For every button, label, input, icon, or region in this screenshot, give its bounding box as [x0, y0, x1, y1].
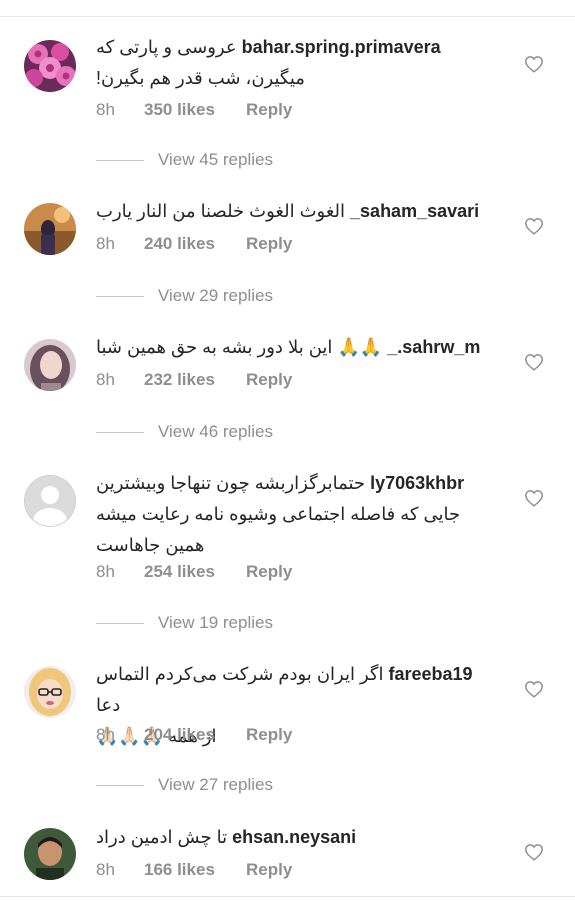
comment-meta: 8h 350 likes Reply: [96, 100, 292, 120]
view-replies-button[interactable]: View 46 replies: [96, 422, 273, 442]
reply-button[interactable]: Reply: [246, 234, 292, 254]
view-replies-button[interactable]: View 27 replies: [96, 775, 273, 795]
comment-username[interactable]: ly7063khbr: [370, 473, 464, 493]
replies-divider-line: [96, 623, 144, 625]
comment-text-line: این بلا دور بشه به حق همین شبا: [96, 337, 333, 357]
comment-time: 8h: [96, 860, 115, 879]
comment-text-line: جایی که فاصله اجتماعی وشیوه نامه رعایت م…: [96, 504, 461, 524]
reply-button[interactable]: Reply: [246, 562, 292, 582]
woman-portrait-avatar-image: [24, 339, 76, 391]
comment-username[interactable]: fareeba19: [389, 664, 473, 684]
person-outdoors-avatar-image: [24, 203, 76, 255]
view-replies-label: View 19 replies: [158, 613, 273, 632]
bottom-divider: [0, 896, 575, 897]
comment-text: _saham_savari الغوث الغوث خلصنا من النار…: [96, 196, 496, 227]
view-replies-button[interactable]: View 29 replies: [96, 286, 273, 306]
default-silhouette-avatar-image: [24, 475, 76, 527]
replies-divider-line: [96, 296, 144, 298]
comment-time: 8h: [96, 100, 115, 119]
praying-hands-emoji: 🙏🙏: [337, 337, 383, 358]
comment-text: ehsan.neysani تا چش ادمین دراد: [96, 822, 496, 853]
avatar[interactable]: [24, 666, 76, 718]
pink-roses-avatar-image: [24, 40, 76, 92]
comment-likes[interactable]: 350 likes: [144, 100, 246, 120]
comment-likes[interactable]: 254 likes: [144, 562, 246, 582]
heart-outline-icon[interactable]: [524, 843, 544, 861]
comment-text-line: میگیرن، شب قدر هم بگیرن!: [96, 68, 305, 88]
comment-likes[interactable]: 204 likes: [144, 725, 246, 745]
view-replies-button[interactable]: View 45 replies: [96, 150, 273, 170]
heart-outline-icon[interactable]: [524, 680, 544, 698]
comment-likes[interactable]: 166 likes: [144, 860, 246, 880]
comment-time: 8h: [96, 725, 115, 744]
replies-divider-line: [96, 432, 144, 434]
comment-meta: 8h 232 likes Reply: [96, 370, 292, 390]
reply-button[interactable]: Reply: [246, 860, 292, 880]
heart-outline-icon[interactable]: [524, 489, 544, 507]
reply-button[interactable]: Reply: [246, 100, 292, 120]
view-replies-button[interactable]: View 19 replies: [96, 613, 273, 633]
comment-meta: 8h 254 likes Reply: [96, 562, 292, 582]
comment-text-line: اگر ایران بودم شرکت می‌کردم التماس دعا: [96, 664, 384, 715]
comment-likes[interactable]: 240 likes: [144, 234, 246, 254]
comment-username[interactable]: _saham_savari: [350, 201, 479, 221]
heart-outline-icon[interactable]: [524, 353, 544, 371]
top-divider: [0, 16, 575, 17]
comment-text: bahar.spring.primavera عروسی و پارتی که …: [96, 32, 496, 94]
comment-username[interactable]: bahar.spring.primavera: [242, 37, 441, 57]
heart-outline-icon[interactable]: [524, 217, 544, 235]
reply-button[interactable]: Reply: [246, 370, 292, 390]
replies-divider-line: [96, 785, 144, 787]
comment-meta: 8h 204 likes Reply: [96, 725, 292, 745]
comment-time: 8h: [96, 562, 115, 581]
man-portrait-avatar-image: [24, 828, 76, 880]
heart-outline-icon[interactable]: [524, 55, 544, 73]
comment-text-line: تا چش ادمین دراد: [96, 827, 228, 847]
comment-text: ly7063khbr حتمابرگزاربشه چون تنهاجا وبیش…: [96, 468, 496, 561]
comment-text-line: الغوث الغوث خلصنا من النار یارب: [96, 201, 346, 221]
avatar[interactable]: [24, 203, 76, 255]
cartoon-blonde-avatar-image: [24, 666, 76, 718]
comment-likes[interactable]: 232 likes: [144, 370, 246, 390]
comment-time: 8h: [96, 234, 115, 253]
avatar[interactable]: [24, 339, 76, 391]
avatar[interactable]: [24, 828, 76, 880]
view-replies-label: View 29 replies: [158, 286, 273, 305]
comment-meta: 8h 240 likes Reply: [96, 234, 292, 254]
comment-text: _.sahrw_m 🙏🙏 این بلا دور بشه به حق همین …: [96, 332, 496, 363]
comment-meta: 8h 166 likes Reply: [96, 860, 292, 880]
avatar[interactable]: [24, 475, 76, 527]
comment-text-line: عروسی و پارتی که: [96, 37, 237, 57]
comment-text-line: همین جاهاست: [96, 535, 205, 555]
avatar[interactable]: [24, 40, 76, 92]
comment-username[interactable]: _.sahrw_m: [387, 337, 480, 357]
comment-time: 8h: [96, 370, 115, 389]
view-replies-label: View 46 replies: [158, 422, 273, 441]
comment-username[interactable]: ehsan.neysani: [232, 827, 356, 847]
view-replies-label: View 27 replies: [158, 775, 273, 794]
reply-button[interactable]: Reply: [246, 725, 292, 745]
view-replies-label: View 45 replies: [158, 150, 273, 169]
comment-text-line: حتمابرگزاربشه چون تنهاجا وبیشترین: [96, 473, 366, 493]
replies-divider-line: [96, 160, 144, 162]
